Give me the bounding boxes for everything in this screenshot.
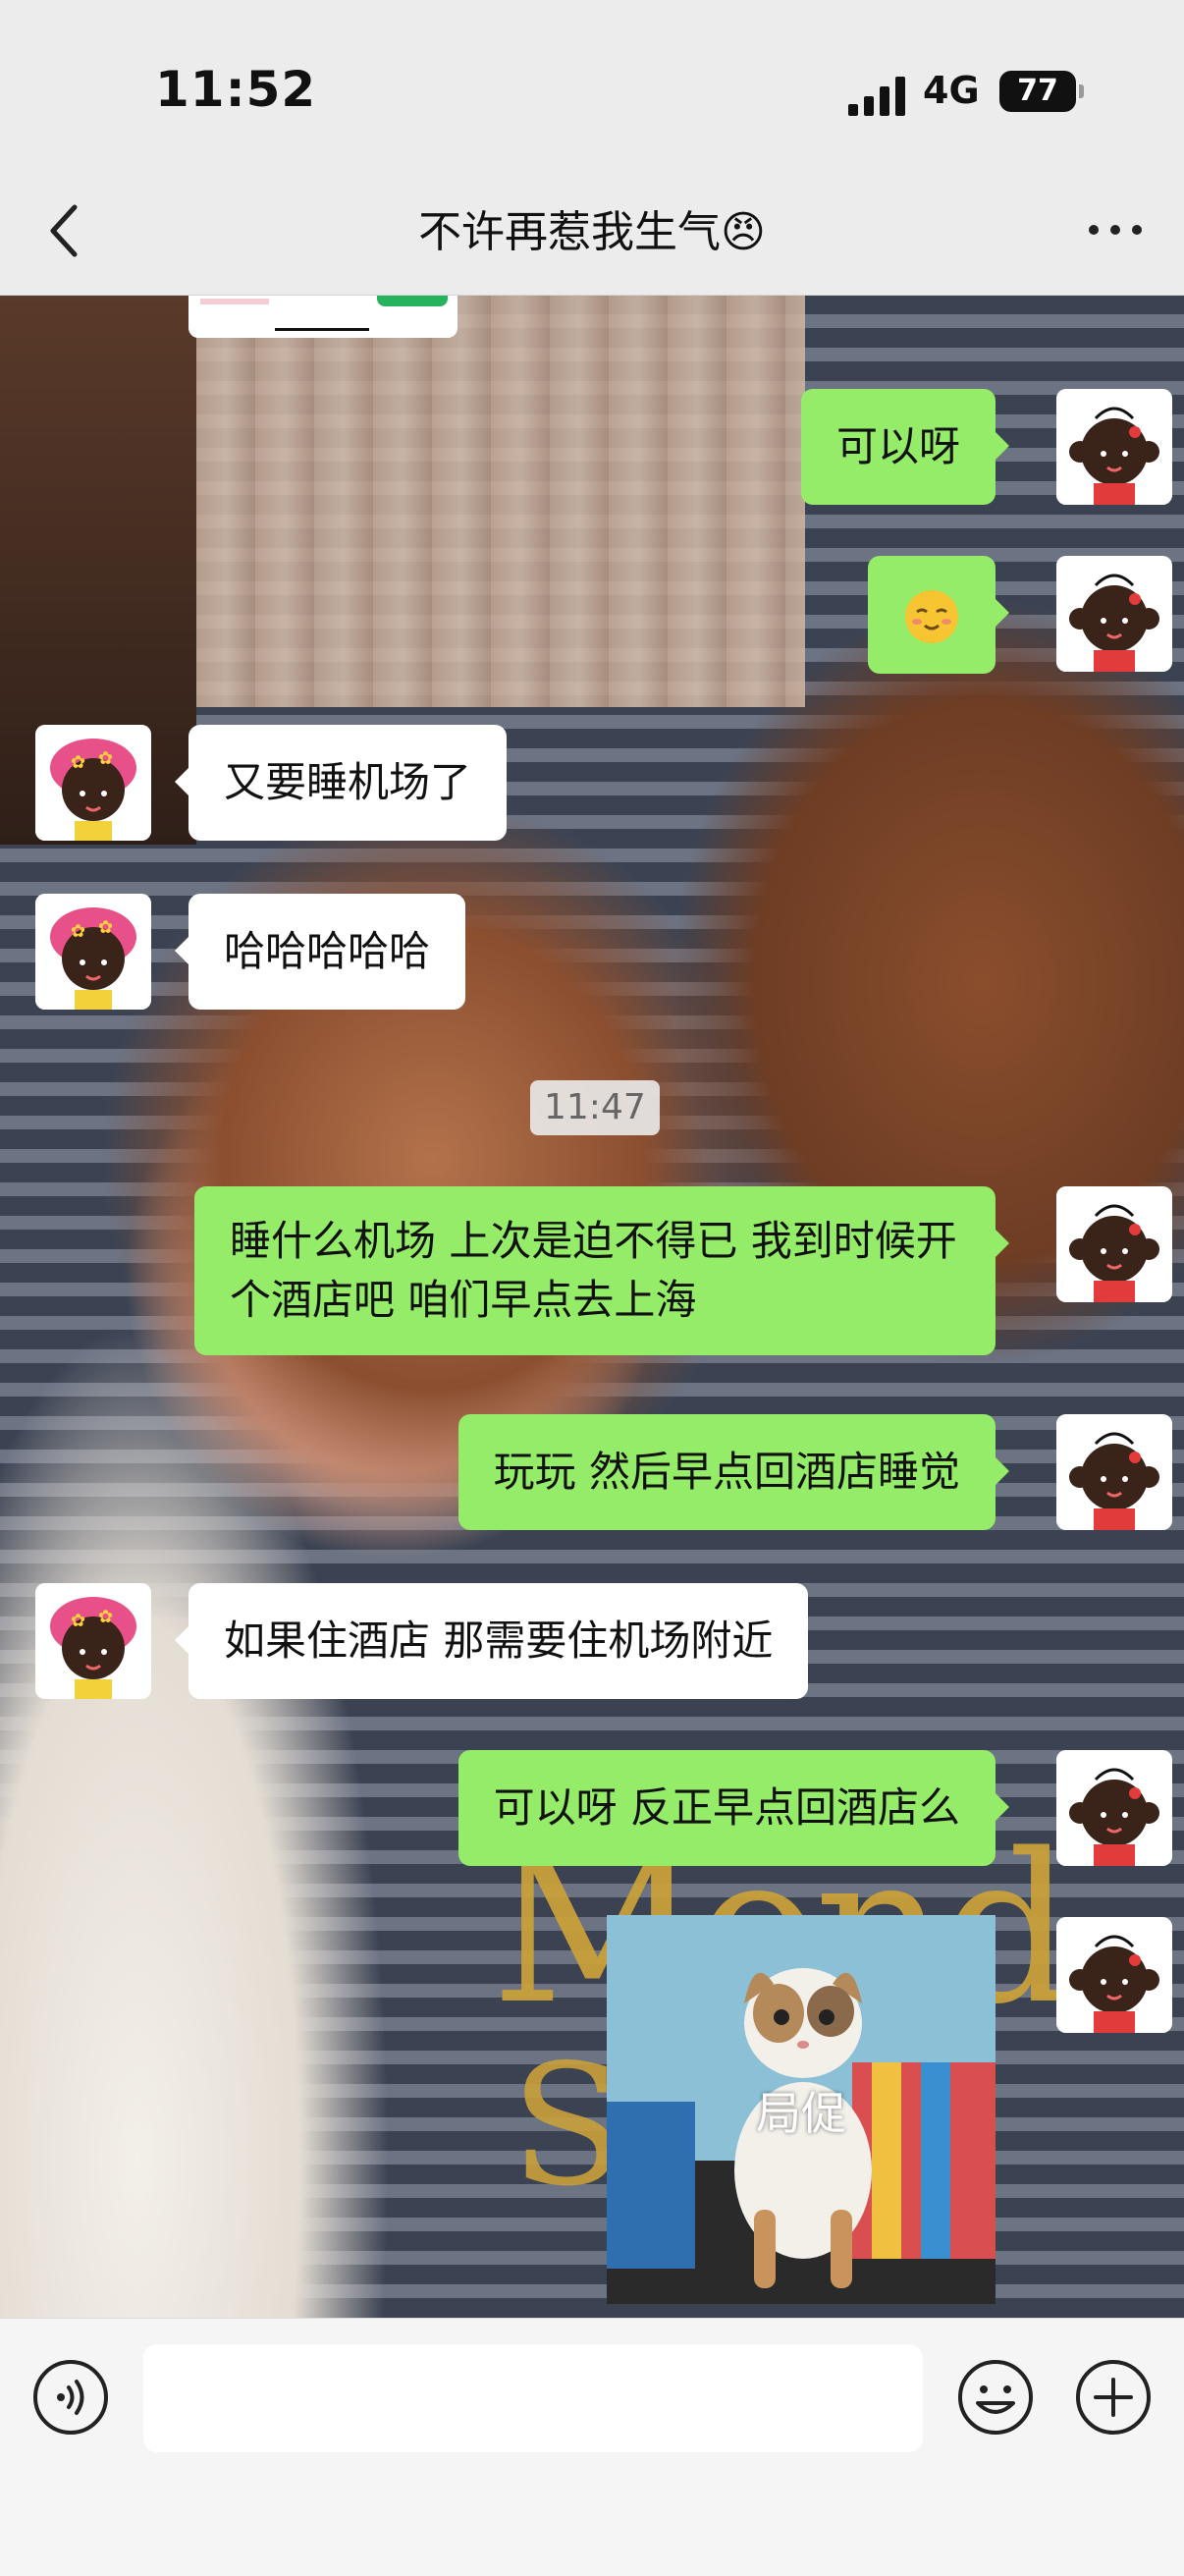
- previous-image-message[interactable]: [188, 295, 457, 338]
- emoji-icon[interactable]: [956, 2358, 1035, 2437]
- contact-avatar[interactable]: ✿ ✿: [35, 1583, 151, 1699]
- my-avatar[interactable]: [1056, 389, 1172, 505]
- message-timestamp: 11:47: [530, 1080, 660, 1135]
- svg-text:✿: ✿: [98, 748, 113, 769]
- input-bar: [0, 2318, 1184, 2576]
- my-avatar[interactable]: [1056, 1414, 1172, 1530]
- battery-icon: 77: [999, 71, 1084, 112]
- chat-title: 不许再惹我生气😠: [418, 207, 766, 257]
- chat-area[interactable]: Mond Sp ir 可以呀: [0, 295, 1184, 2318]
- contact-avatar[interactable]: ✿ ✿: [35, 725, 151, 841]
- top-bar: 11:52 4G 77 不许再惹我生气😠: [0, 0, 1184, 296]
- my-avatar[interactable]: [1056, 556, 1172, 672]
- my-avatar[interactable]: [1056, 1917, 1172, 2033]
- blushing-smile-emoji-icon: [905, 589, 958, 643]
- background-curtain: [196, 295, 805, 707]
- message-bubble[interactable]: 可以呀 反正早点回酒店么: [457, 1750, 1010, 1866]
- sticker-caption: 局促: [756, 2087, 846, 2140]
- svg-text:✿: ✿: [98, 1607, 113, 1627]
- svg-text:✿: ✿: [71, 752, 85, 773]
- message-bubble[interactable]: 又要睡机场了: [174, 725, 508, 841]
- svg-text:✿: ✿: [98, 917, 113, 938]
- message-bubble[interactable]: 睡什么机场 上次是迫不得已 我到时候开个酒店吧 咱们早点去上海: [194, 1186, 1009, 1355]
- status-time: 11:52: [155, 61, 317, 118]
- message-bubble[interactable]: 可以呀: [800, 389, 1010, 505]
- my-avatar[interactable]: [1056, 1750, 1172, 1866]
- message-input[interactable]: [143, 2344, 923, 2452]
- voice-input-icon[interactable]: [31, 2358, 110, 2437]
- svg-text:✿: ✿: [71, 921, 85, 942]
- cellular-signal-icon: [848, 77, 905, 116]
- message-bubble[interactable]: 玩玩 然后早点回酒店睡觉: [457, 1414, 1010, 1530]
- svg-text:✿: ✿: [71, 1611, 85, 1631]
- plus-icon[interactable]: [1074, 2358, 1153, 2437]
- message-bubble[interactable]: [868, 556, 1009, 674]
- network-type: 4G: [923, 69, 980, 112]
- more-options-icon[interactable]: [1086, 218, 1145, 242]
- message-bubble[interactable]: 如果住酒店 那需要住机场附近: [174, 1583, 809, 1699]
- cat-sticker-message[interactable]: 局促: [607, 1915, 996, 2304]
- contact-avatar[interactable]: ✿ ✿: [35, 894, 151, 1010]
- message-bubble[interactable]: 哈哈哈哈哈: [174, 894, 466, 1010]
- my-avatar[interactable]: [1056, 1186, 1172, 1302]
